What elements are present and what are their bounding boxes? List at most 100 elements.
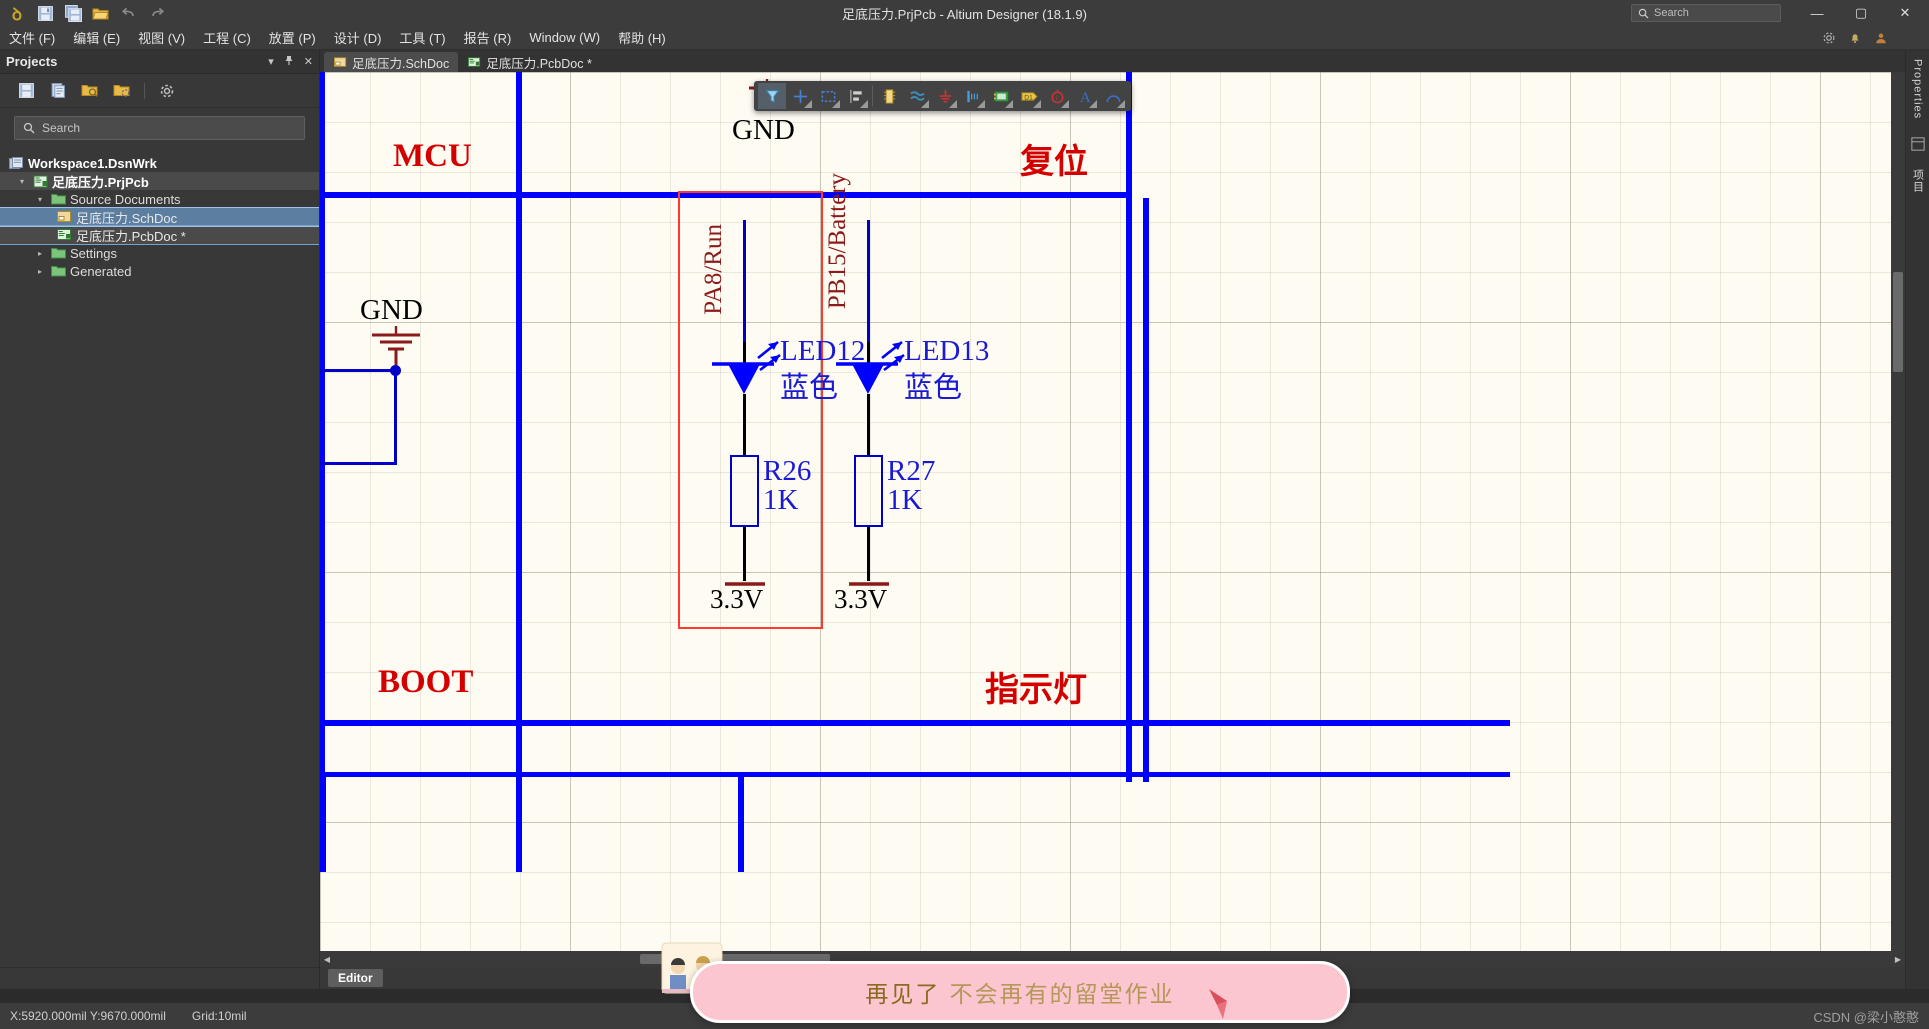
tree-item-label: 足底压力.PrjPcb <box>52 172 149 191</box>
no-erc-icon[interactable]: i <box>1043 83 1071 109</box>
menu-item-project[interactable]: 工程 (C) <box>194 26 260 49</box>
redo-icon[interactable] <box>144 2 170 24</box>
arc-tool-icon[interactable] <box>1099 83 1127 109</box>
gnd-power-port-icon[interactable] <box>931 83 959 109</box>
component-r27-value: 1K <box>887 484 922 517</box>
rail-properties[interactable]: Properties <box>1912 56 1924 122</box>
cursor-coordinates: X:5920.000mil Y:9670.000mil <box>10 1009 166 1023</box>
open-project-icon[interactable] <box>80 81 100 101</box>
chevron-right-icon[interactable]: ▸ <box>38 267 50 276</box>
chevron-down-icon[interactable]: ▾ <box>20 177 32 186</box>
banner-text-highlight: 再见了 <box>865 982 940 1008</box>
project-options-icon[interactable] <box>112 81 132 101</box>
text-string-icon[interactable]: A <box>1071 83 1099 109</box>
save-project-icon[interactable] <box>16 81 36 101</box>
save-all-icon[interactable] <box>60 2 86 24</box>
save-icon[interactable] <box>32 2 58 24</box>
led12-cathode-wire <box>743 394 746 456</box>
projects-panel-footer <box>0 967 319 989</box>
place-part-icon[interactable] <box>875 83 903 109</box>
scroll-right-button[interactable]: ▶ <box>1891 952 1905 966</box>
menu-item-file[interactable]: 文件 (F) <box>0 26 64 49</box>
project-search-input[interactable]: Search <box>14 116 305 140</box>
menu-item-edit[interactable]: 编辑 (E) <box>64 26 129 49</box>
rail-panel-icon[interactable] <box>1910 136 1926 152</box>
block-label-indicator: 指示灯 <box>985 662 1087 711</box>
pb15-net-wire <box>867 220 870 344</box>
component-led12-value: 蓝色 <box>780 364 838 406</box>
document-tab-strip: 足底压力.SchDoc 足底压力.PcbDoc * <box>320 50 1905 72</box>
quick-access-toolbar: ꝺ <box>0 2 170 24</box>
open-folder-icon[interactable] <box>88 2 114 24</box>
component-r26[interactable] <box>730 455 759 527</box>
scroll-left-button[interactable]: ◀ <box>320 952 334 966</box>
menu-item-place[interactable]: 放置 (P) <box>260 26 325 49</box>
toolbar-divider <box>144 83 145 99</box>
menu-item-view[interactable]: 视图 (V) <box>129 26 194 49</box>
editor-button[interactable]: Editor <box>328 969 383 987</box>
compile-project-icon[interactable] <box>48 81 68 101</box>
component-led12[interactable] <box>712 338 790 415</box>
tree-item-pcbdoc[interactable]: 足底压力.PcbDoc * <box>0 226 319 244</box>
minimize-button[interactable]: — <box>1795 0 1839 26</box>
maximize-button[interactable]: ▢ <box>1839 0 1883 26</box>
menu-bar: 文件 (F) 编辑 (E) 视图 (V) 工程 (C) 放置 (P) 设计 (D… <box>0 26 1929 50</box>
tree-item-generated[interactable]: ▸ Generated <box>0 262 319 280</box>
tab-label: 足底压力.SchDoc <box>352 53 449 72</box>
watermark: CSDN @梁小憨憨 <box>1813 1007 1929 1026</box>
promotional-banner[interactable]: 再见了 不会再有的留堂作业 <box>690 961 1350 1023</box>
banner-ribbon-icon <box>1205 987 1231 1021</box>
tree-item-settings[interactable]: ▸ Settings <box>0 244 319 262</box>
block-divider-vertical-2 <box>1126 72 1132 782</box>
component-led13[interactable] <box>836 338 914 415</box>
sheet-symbol-icon[interactable] <box>987 83 1015 109</box>
port-icon[interactable]: D1 <box>1015 83 1043 109</box>
component-r27[interactable] <box>854 455 883 527</box>
toolbar-divider <box>872 86 873 106</box>
panel-close-button[interactable]: ✕ <box>304 55 313 69</box>
undo-icon[interactable] <box>116 2 142 24</box>
tree-item-workspace[interactable]: Workspace1.DsnWrk <box>0 154 319 172</box>
account-icon[interactable] <box>1873 30 1889 46</box>
menu-item-window[interactable]: Window (W) <box>520 28 609 47</box>
workspace-icon <box>8 156 24 170</box>
sheet-inner-bottom-2 <box>320 772 326 872</box>
block-label-reset: 复位 <box>1020 134 1088 183</box>
schematic-canvas[interactable]: MCU 复位 BOOT 指示灯 GND GND <box>320 72 1905 951</box>
panel-pin-button[interactable] <box>284 55 294 69</box>
component-r26-value: 1K <box>763 484 798 517</box>
menu-item-design[interactable]: 设计 (D) <box>325 26 391 49</box>
align-tool-icon[interactable] <box>842 83 870 109</box>
tree-item-source-documents[interactable]: ▾ Source Documents <box>0 190 319 208</box>
canvas-vertical-scroll-thumb[interactable] <box>1893 272 1903 372</box>
canvas-vertical-scrollbar[interactable] <box>1891 72 1905 951</box>
altium-logo-icon[interactable]: ꝺ <box>4 2 30 24</box>
menu-item-reports[interactable]: 报告 (R) <box>455 26 521 49</box>
chevron-down-icon[interactable]: ▾ <box>38 195 50 204</box>
tree-item-schdoc[interactable]: 足底压力.SchDoc <box>0 208 319 226</box>
wire-tool-icon[interactable] <box>758 83 786 109</box>
rail-projects[interactable]: 项目 <box>1910 166 1926 196</box>
rectangle-tool-icon[interactable] <box>814 83 842 109</box>
chevron-right-icon[interactable]: ▸ <box>38 249 50 258</box>
menu-item-tools[interactable]: 工具 (T) <box>390 26 454 49</box>
bus-tool-icon[interactable] <box>903 83 931 109</box>
projects-panel: Projects ▾ ✕ <box>0 50 320 989</box>
menu-item-help[interactable]: 帮助 (H) <box>609 26 675 49</box>
pcbdoc-icon <box>467 56 481 68</box>
notifications-bell-icon[interactable] <box>1847 30 1863 46</box>
close-button[interactable]: ✕ <box>1883 0 1927 26</box>
panel-menu-button[interactable]: ▾ <box>268 55 274 69</box>
net-label-icon[interactable] <box>959 83 987 109</box>
panel-settings-gear-icon[interactable] <box>157 81 177 101</box>
global-search-box[interactable]: Search <box>1631 4 1781 22</box>
gnd-port-top-label: GND <box>732 114 795 147</box>
schematic-floating-toolbar[interactable]: D1 i A <box>754 81 1131 111</box>
tab-schdoc[interactable]: 足底压力.SchDoc <box>324 52 458 72</box>
tab-pcbdoc[interactable]: 足底压力.PcbDoc * <box>458 52 601 72</box>
settings-gear-icon[interactable] <box>1821 30 1837 46</box>
supply-label-led13: 3.3V <box>834 584 887 615</box>
junction-tool-icon[interactable] <box>786 83 814 109</box>
component-led13-value: 蓝色 <box>904 364 962 406</box>
tree-item-project[interactable]: ▾ 足底压力.PrjPcb <box>0 172 319 190</box>
